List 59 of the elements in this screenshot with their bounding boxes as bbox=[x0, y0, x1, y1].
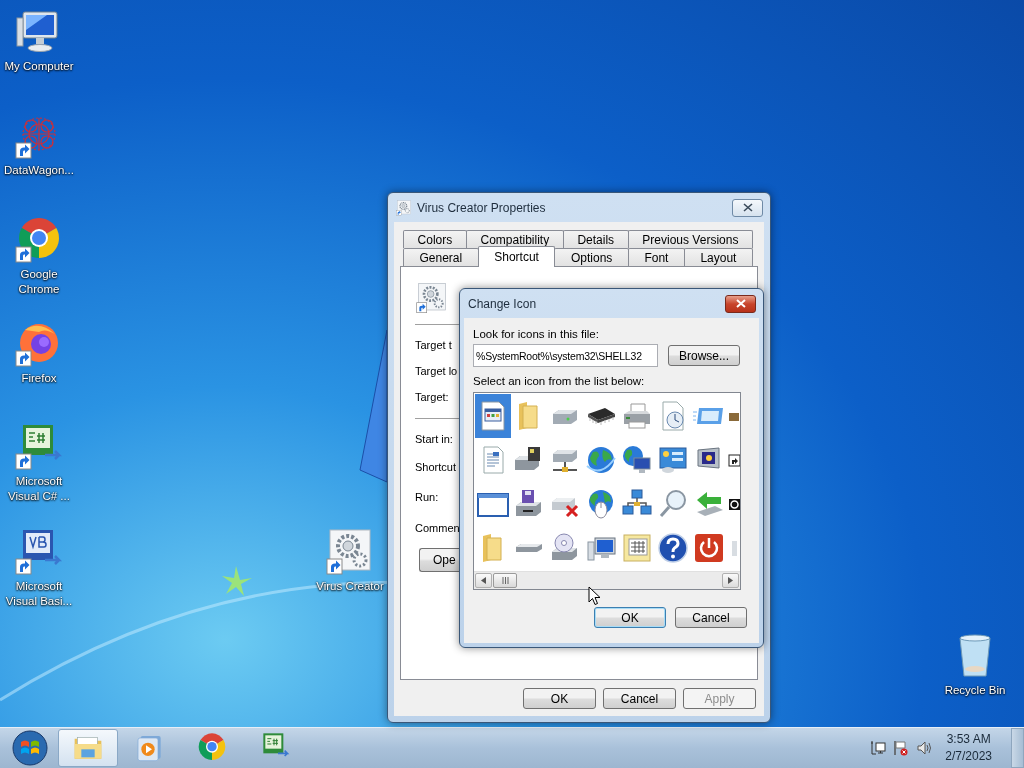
close-button[interactable] bbox=[732, 198, 763, 217]
clock-button[interactable]: 3:53 AM 2/7/2023 bbox=[939, 731, 998, 765]
icon-option[interactable] bbox=[475, 394, 511, 438]
field-label: Run: bbox=[414, 490, 439, 505]
flat-drive-icon bbox=[515, 543, 543, 553]
field-label: Target lo bbox=[414, 364, 458, 379]
tab[interactable]: Previous Versions bbox=[627, 230, 753, 248]
open-button[interactable]: Ope bbox=[419, 548, 459, 572]
dialog-title: Change Icon bbox=[468, 296, 538, 311]
tab[interactable]: Compatibility bbox=[465, 230, 564, 248]
dialog-button[interactable]: OK bbox=[523, 688, 596, 709]
flag-icon bbox=[893, 740, 910, 756]
close-button[interactable] bbox=[725, 294, 756, 313]
horizontal-scrollbar[interactable] bbox=[474, 571, 740, 589]
tab[interactable]: Options bbox=[554, 248, 629, 266]
tab[interactable]: Details bbox=[562, 230, 629, 248]
file-path-field[interactable]: %SystemRoot%\system32\SHELL32 bbox=[473, 344, 658, 367]
calendar-icon bbox=[621, 532, 653, 564]
desktop-icon-label[interactable]: Google Chrome bbox=[1, 267, 77, 297]
browse-button[interactable]: Browse... bbox=[668, 345, 740, 366]
power-icon bbox=[693, 532, 725, 564]
speaker-icon bbox=[916, 740, 933, 756]
dialog-button[interactable]: Cancel bbox=[603, 688, 676, 709]
globe-icon bbox=[585, 444, 617, 476]
dialog-button[interactable]: Cancel bbox=[675, 607, 747, 628]
start-orb-icon bbox=[10, 729, 50, 767]
desktop-icon-label[interactable]: My Computer bbox=[4, 59, 74, 74]
network-icon bbox=[870, 740, 887, 756]
field-label: Target t bbox=[414, 338, 452, 353]
grip-icon bbox=[501, 577, 509, 584]
close-icon bbox=[742, 203, 753, 212]
close-icon bbox=[735, 299, 746, 308]
tab[interactable]: Layout bbox=[683, 248, 753, 266]
search-icon bbox=[657, 488, 689, 520]
window-title: Virus Creator Properties bbox=[417, 200, 547, 215]
field-label: Commen bbox=[414, 521, 460, 536]
tab[interactable]: Shortcut bbox=[477, 246, 556, 267]
desktop-icon-label[interactable]: Recycle Bin bbox=[944, 683, 1006, 698]
control-panel-icon bbox=[657, 444, 689, 476]
list-label: Select an icon from the list below: bbox=[473, 374, 646, 389]
taskbar-button[interactable] bbox=[58, 729, 118, 767]
gears-shortcut-icon bbox=[416, 282, 448, 314]
gears-shortcut-icon bbox=[396, 199, 412, 216]
tab[interactable]: Colors bbox=[403, 230, 467, 248]
left-arrow-icon bbox=[481, 577, 486, 584]
dialog-button[interactable]: OK bbox=[594, 607, 666, 628]
tab[interactable]: Font bbox=[627, 248, 685, 266]
printer-icon bbox=[621, 400, 653, 432]
desktop-icon-label[interactable]: DataWagon... bbox=[4, 163, 74, 178]
desktop-icon-label[interactable]: Firefox bbox=[21, 371, 57, 386]
file-label: Look for icons in this file: bbox=[473, 327, 600, 342]
field-label: Start in: bbox=[414, 432, 453, 447]
globe-monitor-icon bbox=[621, 444, 653, 476]
help-icon bbox=[657, 532, 689, 564]
field-label: Shortcut bbox=[414, 460, 456, 475]
tab[interactable]: General bbox=[403, 248, 479, 266]
field-label: Target: bbox=[414, 390, 449, 405]
right-arrow-icon bbox=[728, 577, 733, 584]
sparkle-drawing bbox=[222, 566, 252, 596]
